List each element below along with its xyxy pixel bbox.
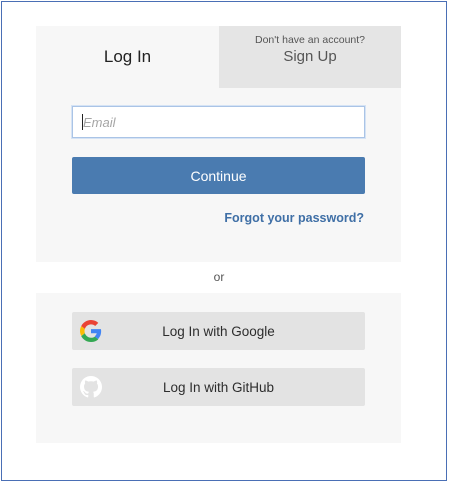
social-login-card: Log In with Google Log In with GitHub: [36, 293, 401, 443]
google-icon: [80, 320, 102, 342]
google-login-button[interactable]: Log In with Google: [72, 312, 365, 350]
github-login-button[interactable]: Log In with GitHub: [72, 368, 365, 406]
forgot-password-link[interactable]: Forgot your password?: [224, 211, 364, 225]
continue-button-label: Continue: [190, 167, 247, 184]
email-input[interactable]: [72, 106, 365, 138]
tab-login-label: Log In: [103, 47, 152, 66]
auth-tabs: Log In Don't have an account? Sign Up: [36, 26, 401, 88]
or-divider: or: [213, 270, 225, 284]
text-caret: [82, 114, 83, 130]
tab-signup[interactable]: Don't have an account? Sign Up: [219, 26, 401, 88]
signup-prompt: Don't have an account?: [255, 34, 365, 46]
tab-signup-label: Sign Up: [283, 48, 337, 65]
tab-login[interactable]: Log In: [36, 26, 219, 88]
github-icon: [80, 376, 102, 398]
github-login-label: Log In with GitHub: [162, 379, 275, 395]
google-login-label: Log In with Google: [162, 323, 275, 339]
continue-button[interactable]: Continue: [72, 157, 365, 194]
login-card: Log In Don't have an account? Sign Up Co…: [36, 26, 401, 262]
